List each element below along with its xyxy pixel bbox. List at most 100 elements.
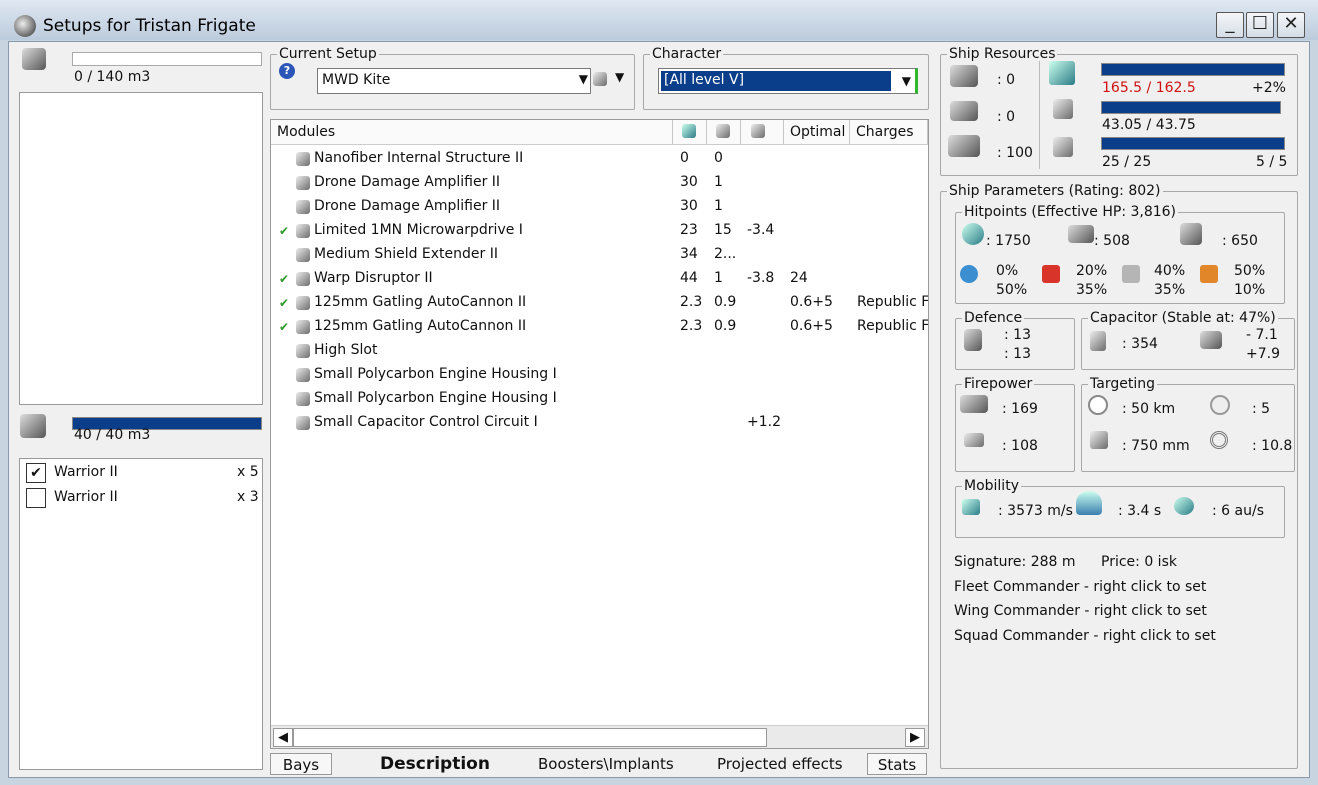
divider bbox=[1039, 61, 1040, 169]
module-row[interactable]: High Slot bbox=[271, 339, 927, 363]
capacitor-capacity: : 354 bbox=[1122, 336, 1158, 352]
module-icon bbox=[296, 272, 310, 286]
drone-checkbox[interactable] bbox=[26, 488, 46, 508]
module-powergrid: 2... bbox=[714, 246, 737, 262]
module-cpu: 0 bbox=[680, 150, 689, 166]
wing-commander[interactable]: Wing Commander - right click to set bbox=[954, 603, 1207, 619]
cpu-bar bbox=[1101, 63, 1285, 76]
module-icon bbox=[296, 344, 310, 358]
drone-checkbox[interactable]: ✔ bbox=[26, 463, 46, 483]
launcher-slots: : 0 bbox=[997, 109, 1016, 125]
help-icon[interactable]: ? bbox=[279, 63, 295, 79]
bottom-tabs: Bays Description Boosters\Implants Proje… bbox=[270, 753, 929, 775]
targeting-range-icon bbox=[1088, 395, 1108, 415]
module-cpu: 30 bbox=[680, 174, 698, 190]
module-cpu: 30 bbox=[680, 198, 698, 214]
module-cpu: 23 bbox=[680, 222, 698, 238]
module-icon bbox=[296, 224, 310, 238]
thermal-resist-shield: 20% bbox=[1076, 263, 1108, 279]
module-row[interactable]: ✔ 125mm Gatling AutoCannon II 2.3 0.9 0.6+5 R… bbox=[271, 315, 928, 339]
thermal-resist-armor: 35% bbox=[1076, 282, 1108, 298]
module-cpu: 44 bbox=[680, 270, 698, 286]
kinetic-resist-armor: 35% bbox=[1154, 282, 1186, 298]
ship-resources-group: Ship Resources : 0 : 0 : 100 165.5 / 162… bbox=[940, 46, 1298, 176]
launcher-hardpoint-icon bbox=[950, 101, 978, 121]
firepower-value-2: : 108 bbox=[1002, 438, 1038, 454]
scroll-thumb[interactable] bbox=[293, 728, 767, 747]
module-icon bbox=[296, 152, 310, 166]
module-row[interactable]: ✔ Warp Disruptor II 44 1 -3.8 24 bbox=[271, 267, 927, 291]
module-name: 125mm Gatling AutoCannon II bbox=[314, 294, 527, 310]
drone-list[interactable]: ✔ Warrior II x 5 Warrior II x 3 bbox=[19, 458, 263, 770]
scroll-left-button[interactable]: ◀ bbox=[273, 728, 293, 747]
ship-resources-legend: Ship Resources bbox=[947, 46, 1058, 62]
character-select[interactable]: [All level V] ▼ bbox=[658, 68, 918, 94]
module-row[interactable]: ✔ 125mm Gatling AutoCannon II 2.3 0.9 0.6+5 R… bbox=[271, 291, 928, 315]
cargo-list[interactable] bbox=[19, 92, 263, 405]
explosive-resist-armor: 10% bbox=[1234, 282, 1266, 298]
sensor-strength-icon bbox=[1210, 431, 1228, 449]
max-targets-icon bbox=[1210, 395, 1230, 415]
tab-bays[interactable]: Bays bbox=[270, 753, 332, 775]
module-powergrid: 1 bbox=[714, 198, 723, 214]
module-icon bbox=[296, 248, 310, 262]
hitpoints-legend: Hitpoints (Effective HP: 3,816) bbox=[962, 204, 1179, 220]
module-row[interactable]: Drone Damage Amplifier II 30 1 bbox=[271, 195, 927, 219]
maximize-button[interactable]: ☐ bbox=[1246, 12, 1274, 38]
mobility-legend: Mobility bbox=[962, 478, 1021, 494]
module-name: Small Polycarbon Engine Housing I bbox=[314, 366, 557, 382]
cpu-value: 165.5 / 162.5 bbox=[1102, 80, 1196, 96]
powergrid-bar bbox=[1101, 101, 1281, 114]
squad-commander[interactable]: Squad Commander - right click to set bbox=[954, 628, 1216, 644]
character-legend: Character bbox=[650, 46, 724, 62]
module-powergrid: 0.9 bbox=[714, 294, 737, 310]
firepower-value-1: : 169 bbox=[1002, 401, 1038, 417]
module-row[interactable]: Small Polycarbon Engine Housing I bbox=[271, 387, 927, 411]
warp-speed: : 6 au/s bbox=[1212, 503, 1264, 519]
defence-value-2: : 13 bbox=[1004, 346, 1031, 362]
module-row[interactable]: Small Polycarbon Engine Housing I bbox=[271, 363, 927, 387]
module-active-check: ✔ bbox=[279, 320, 290, 334]
module-row[interactable]: Drone Damage Amplifier II 30 1 bbox=[271, 171, 927, 195]
drone-bay-value: 40 / 40 m3 bbox=[74, 427, 151, 443]
horizontal-scrollbar[interactable]: ◀ ▶ bbox=[271, 725, 928, 748]
active-drones-value: 5 / 5 bbox=[1256, 154, 1288, 170]
module-capacitor: +1.2 bbox=[747, 414, 781, 430]
module-row[interactable]: Small Capacitor Control Circuit I +1.2 bbox=[271, 411, 927, 435]
tab-boosters-implants[interactable]: Boosters\Implants bbox=[538, 753, 674, 775]
module-powergrid: 0 bbox=[714, 150, 723, 166]
structure-hp: : 650 bbox=[1222, 233, 1258, 249]
modules-list[interactable]: Modules Optimal Charges Nanofiber Intern… bbox=[270, 119, 929, 749]
turret-dps-icon bbox=[960, 395, 988, 413]
chevron-down-icon: ▼ bbox=[578, 72, 588, 86]
setup-select[interactable]: MWD Kite ▼ bbox=[317, 68, 591, 94]
shield-icon bbox=[962, 223, 984, 245]
close-button[interactable]: ✕ bbox=[1277, 12, 1305, 38]
max-velocity: : 3573 m/s bbox=[998, 503, 1073, 519]
module-row[interactable]: Nanofiber Internal Structure II 0 0 bbox=[271, 147, 927, 171]
module-row[interactable]: Medium Shield Extender II 34 2... bbox=[271, 243, 927, 267]
module-icon bbox=[296, 368, 310, 382]
tab-description[interactable]: Description bbox=[380, 753, 490, 775]
turret-hardpoint-icon bbox=[950, 65, 978, 87]
minimize-button[interactable]: _ bbox=[1216, 12, 1244, 38]
turret-slots: : 0 bbox=[997, 72, 1016, 88]
mobility-group: Mobility : 3573 m/s : 3.4 s : 6 au/s bbox=[955, 478, 1285, 538]
module-icon bbox=[296, 200, 310, 214]
structure-icon bbox=[1180, 223, 1202, 245]
targeting-legend: Targeting bbox=[1088, 376, 1157, 392]
scroll-right-button[interactable]: ▶ bbox=[905, 728, 925, 747]
module-charge: Republic F bbox=[857, 318, 928, 334]
setup-menu-icon[interactable]: ▼ bbox=[615, 70, 624, 84]
powergrid-value: 43.05 / 43.75 bbox=[1102, 117, 1196, 133]
ship-parameters-group: Ship Parameters (Rating: 802) Hitpoints … bbox=[940, 183, 1298, 769]
module-row[interactable]: ✔ Limited 1MN Microwarpdrive I 23 15 -3.4 bbox=[271, 219, 927, 243]
ship-fit-icon[interactable] bbox=[593, 72, 607, 86]
firepower-group: Firepower : 169 : 108 bbox=[955, 376, 1075, 472]
defence-icon bbox=[964, 329, 982, 351]
fleet-commander[interactable]: Fleet Commander - right click to set bbox=[954, 579, 1206, 595]
tab-projected-effects[interactable]: Projected effects bbox=[717, 753, 843, 775]
module-powergrid: 0.9 bbox=[714, 318, 737, 334]
drone-name: Warrior II bbox=[54, 464, 118, 480]
tab-stats[interactable]: Stats bbox=[867, 753, 927, 775]
